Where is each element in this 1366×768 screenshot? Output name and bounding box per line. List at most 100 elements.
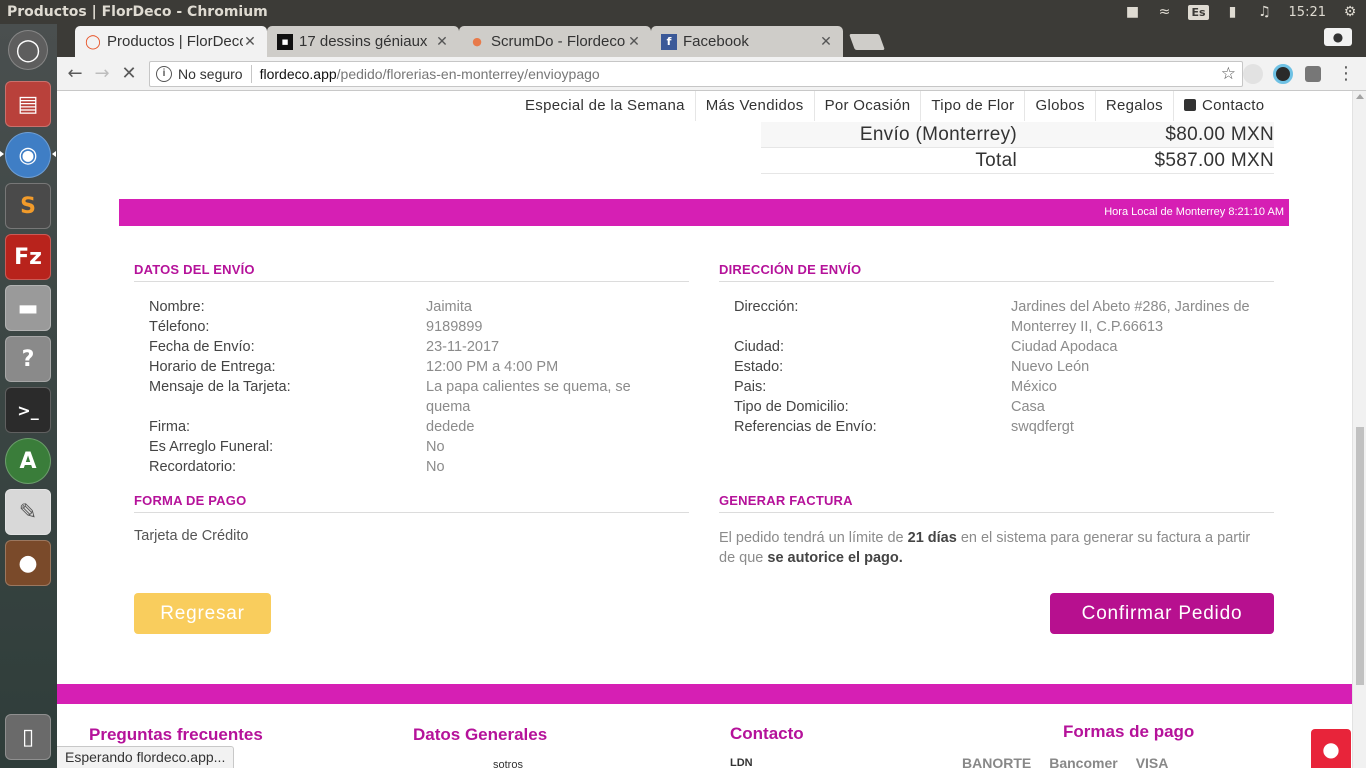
invoice-condition: se autorice el pago.	[767, 550, 903, 566]
eyedropper-extension-icon[interactable]	[1305, 66, 1321, 82]
files-icon[interactable]: ▤	[5, 81, 51, 127]
footer-contacto-heading: Contacto	[730, 724, 804, 743]
menu-item-por-ocasion[interactable]: Por Ocasión	[815, 91, 922, 121]
status-bubble: Esperando flordeco.app...	[57, 746, 235, 768]
menu-item-globos[interactable]: Globos	[1025, 91, 1096, 121]
tab-label: 17 dessins géniaux	[299, 33, 428, 50]
dash-icon[interactable]: ◯	[8, 30, 48, 70]
url-host: flordeco.app	[259, 66, 337, 82]
close-icon[interactable]: ✕	[435, 34, 449, 50]
footer-pagos-heading: Formas de pago	[1063, 722, 1195, 741]
field-value: Jardines del Abeto #286, Jardines de Mon…	[1011, 299, 1250, 335]
shipping-value: $80.00 MXN	[1165, 123, 1274, 145]
field-label: Fecha de Envío:	[149, 339, 255, 355]
launcher: ◯ ▤ ◉ S Fz ▬ ? >_ A ✎ ● ▯	[0, 24, 57, 768]
clock[interactable]: 15:21	[1289, 5, 1326, 20]
text-editor-icon[interactable]: ✎	[5, 489, 51, 535]
scroll-up-arrow-icon[interactable]	[1356, 94, 1364, 99]
tab-strip: ◯ Productos | FlorDeco ✕ ■ 17 dessins gé…	[57, 24, 1366, 57]
field-label: Horario de Entrega:	[149, 359, 276, 375]
new-tab-button[interactable]	[849, 34, 885, 50]
close-icon[interactable]: ✕	[627, 34, 641, 50]
terminal-icon[interactable]: >_	[5, 387, 51, 433]
direccion-envio-heading: DIRECCIÓN DE ENVÍO	[719, 262, 862, 277]
field-value: La papa calientes se quema, se quema	[426, 379, 631, 415]
field-label: Tipo de Domicilio:	[734, 399, 849, 415]
page-scrollbar[interactable]	[1352, 91, 1366, 768]
menu-item-contacto[interactable]: Contacto	[1174, 91, 1274, 121]
close-icon[interactable]: ✕	[819, 34, 833, 50]
menu-dots-icon[interactable]: ⋮	[1335, 63, 1357, 85]
filezilla-icon[interactable]: Fz	[5, 234, 51, 280]
phone-icon	[1183, 99, 1196, 111]
forward-arrow-icon[interactable]: →	[91, 63, 113, 85]
gimp-icon[interactable]: ●	[5, 540, 51, 586]
field-value: 23-11-2017	[426, 339, 500, 355]
flordeco-page: Especial de la Semana Más Vendidos Por O…	[57, 91, 1352, 768]
extension-icon[interactable]	[1243, 64, 1263, 84]
invoice-note-text: El pedido tendrá un límite de	[719, 530, 908, 546]
url-path: /pedido/florerias-en-monterrey/envioypag…	[336, 66, 600, 82]
profile-icon[interactable]: ●	[1324, 28, 1352, 46]
divider	[719, 512, 1274, 513]
browser-window: ◯ Productos | FlorDeco ✕ ■ 17 dessins gé…	[57, 24, 1366, 768]
trash-icon[interactable]: ▯	[5, 714, 51, 760]
menu-item-tipo-de-flor[interactable]: Tipo de Flor	[921, 91, 1026, 121]
dropbox-icon[interactable]: ■	[1124, 4, 1140, 20]
system-tray: ■ ≈ Es ▮ ♫ 15:21 ⚙	[1124, 4, 1366, 20]
tab-scrumdo[interactable]: ● ScrumDo - Flordeco ✕	[459, 26, 651, 57]
info-icon[interactable]: i	[156, 66, 172, 82]
field-value: 12:00 PM a 4:00 PM	[426, 359, 559, 375]
tab-label: ScrumDo - Flordeco	[491, 33, 626, 50]
settings-gear-icon[interactable]: ⚙	[1342, 4, 1358, 20]
wifi-icon[interactable]: ≈	[1156, 4, 1172, 20]
address-bar[interactable]: i No seguro flordeco.app/pedido/floreria…	[149, 61, 1243, 87]
field-label: Mensaje de la Tarjeta:	[149, 379, 291, 395]
generar-factura-heading: GENERAR FACTURA	[719, 493, 853, 508]
footer-link[interactable]: sotros	[493, 759, 523, 768]
keyboard-layout-indicator[interactable]: Es	[1188, 4, 1209, 20]
chat-widget-icon[interactable]: ●	[1311, 729, 1351, 768]
field-label: Ciudad:	[734, 339, 784, 355]
field-label: Firma:	[149, 419, 191, 435]
security-status[interactable]: No seguro	[178, 66, 243, 82]
footer-faq-heading[interactable]: Preguntas frecuentes	[89, 725, 263, 745]
local-time-band: Hora Local de Monterrey 8:21:10 AM	[119, 199, 1289, 226]
chromium-icon[interactable]: ◉	[5, 132, 51, 178]
main-menu: Especial de la Semana Más Vendidos Por O…	[515, 91, 1274, 121]
close-icon[interactable]: ✕	[243, 34, 257, 50]
confirmar-pedido-button[interactable]: Confirmar Pedido	[1050, 593, 1274, 634]
software-updater-icon[interactable]: A	[5, 438, 51, 484]
banorte-logo: BANORTE	[962, 755, 1032, 768]
page-viewport: Especial de la Semana Más Vendidos Por O…	[57, 91, 1366, 768]
back-arrow-icon[interactable]: ←	[64, 63, 86, 85]
field-value: Casa	[1011, 399, 1045, 415]
regresar-button[interactable]: Regresar	[134, 593, 271, 634]
bookmark-star-icon[interactable]: ☆	[1221, 64, 1236, 84]
footer-band	[57, 684, 1352, 704]
field-value: No	[426, 439, 445, 455]
summary-row-total: Total $587.00 MXN	[761, 148, 1274, 174]
menu-item-regalos[interactable]: Regalos	[1096, 91, 1174, 121]
tab-dessins[interactable]: ■ 17 dessins géniaux ✕	[267, 26, 459, 57]
sublime-text-icon[interactable]: S	[5, 183, 51, 229]
scrollbar-thumb[interactable]	[1356, 427, 1364, 685]
tab-productos[interactable]: ◯ Productos | FlorDeco ✕	[75, 26, 267, 57]
site-favicon-icon: ■	[277, 33, 293, 50]
stop-loading-icon[interactable]: ✕	[118, 63, 140, 85]
tab-facebook[interactable]: f Facebook ✕	[651, 26, 843, 57]
extension-icon[interactable]	[1273, 64, 1293, 84]
disks-icon[interactable]: ▬	[5, 285, 51, 331]
launcher-active-indicator	[52, 151, 56, 157]
menu-item-mas-vendidos[interactable]: Más Vendidos	[696, 91, 815, 121]
field-label: Estado:	[734, 359, 784, 375]
scrumdo-favicon-icon: ●	[472, 35, 482, 48]
field-label: Es Arreglo Funeral:	[149, 439, 274, 455]
field-label: Pais:	[734, 379, 767, 395]
help-icon[interactable]: ?	[5, 336, 51, 382]
battery-icon[interactable]: ▮	[1225, 4, 1241, 20]
field-value: México	[1011, 379, 1057, 395]
volume-muted-icon[interactable]: ♫	[1257, 4, 1273, 20]
datos-envio-heading: DATOS DEL ENVÍO	[134, 262, 255, 277]
menu-item-especial[interactable]: Especial de la Semana	[515, 91, 696, 121]
